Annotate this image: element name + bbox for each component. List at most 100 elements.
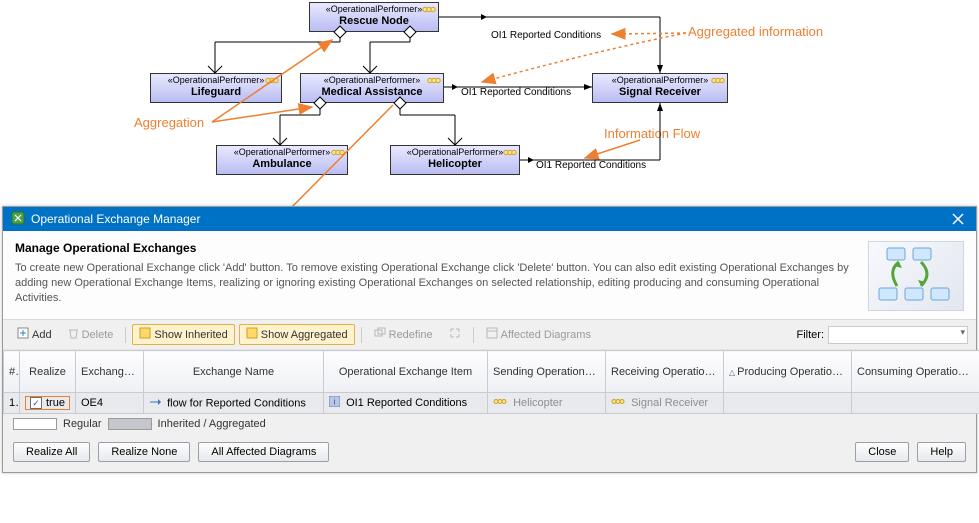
uml-ambulance[interactable]: «OperationalPerformer» Ambulance	[216, 145, 348, 175]
uml-lifeguard[interactable]: «OperationalPerformer» Lifeguard	[150, 73, 282, 103]
info-icon: i	[329, 396, 340, 410]
dialog-footer: Realize All Realize None All Affected Di…	[3, 436, 976, 472]
stereotype: «OperationalPerformer»	[157, 75, 275, 86]
performer-icon	[265, 76, 279, 85]
dialog-app-icon	[11, 211, 25, 228]
add-label: Add	[32, 329, 52, 341]
cell-exchange-item[interactable]: i OI1 Reported Conditions	[324, 393, 488, 414]
section-title: Manage Operational Exchanges	[15, 241, 858, 255]
affected-diagrams-label: Affected Diagrams	[501, 329, 591, 341]
dialog-title: Operational Exchange Manager	[31, 212, 200, 226]
cell-producing-activity[interactable]	[724, 393, 852, 414]
node-name: Signal Receiver	[599, 86, 721, 100]
col-exchange-id[interactable]: Exchange ID	[76, 351, 144, 393]
uml-helicopter[interactable]: «OperationalPerformer» Helicopter	[390, 145, 520, 175]
exchange-table: # Realize Exchange ID Exchange Name Oper…	[3, 350, 976, 414]
node-name: Rescue Node	[316, 15, 432, 29]
dialog-description-panel: Manage Operational Exchanges To create n…	[3, 231, 976, 320]
realize-value: true	[46, 397, 65, 409]
realize-none-button[interactable]: Realize None	[98, 442, 190, 462]
inherited-icon	[139, 327, 151, 342]
flow-label-3: OI1 Reported Conditions	[536, 160, 646, 171]
performer-icon	[611, 397, 625, 409]
node-name: Helicopter	[397, 158, 513, 172]
cell-consuming-activity[interactable]	[852, 393, 979, 414]
filter-label: Filter:	[797, 329, 825, 341]
legend: Regular Inherited / Aggregated	[3, 414, 976, 436]
performer-icon	[711, 76, 725, 85]
affected-diagrams-button[interactable]: Affected Diagrams	[480, 325, 597, 344]
flow-icon	[149, 397, 161, 410]
performer-icon	[493, 397, 507, 409]
cell-receiving-agent[interactable]: Signal Receiver	[606, 393, 724, 414]
delete-label: Delete	[82, 329, 114, 341]
stereotype: «OperationalPerformer»	[316, 4, 432, 15]
stereotype: «OperationalPerformer»	[397, 147, 513, 158]
table-row[interactable]: 1 ✓ true OE4 flow for Reported Condition…	[4, 393, 979, 414]
help-button[interactable]: Help	[917, 442, 966, 462]
close-icon[interactable]	[948, 210, 968, 228]
show-inherited-toggle[interactable]: Show Inherited	[132, 324, 234, 345]
legend-inherited-swatch	[108, 418, 152, 430]
sort-asc-icon: △	[729, 368, 735, 377]
annotation-aggregated-info: Aggregated information	[688, 24, 823, 39]
annotation-aggregation: Aggregation	[134, 115, 204, 130]
redefine-icon	[374, 327, 386, 342]
cell-realize[interactable]: ✓ true	[20, 393, 76, 414]
chevron-down-icon[interactable]: ▾	[960, 327, 965, 338]
node-name: Lifeguard	[157, 86, 275, 100]
redefine-label: Redefine	[389, 329, 433, 341]
realize-all-button[interactable]: Realize All	[13, 442, 90, 462]
performer-icon	[503, 148, 517, 157]
node-name: Ambulance	[223, 158, 341, 172]
show-aggregated-label: Show Aggregated	[261, 329, 348, 341]
col-receiving-agent[interactable]: Receiving Operational Agent	[606, 351, 724, 393]
legend-regular-swatch	[13, 418, 57, 430]
col-producing-activity[interactable]: △Producing Operational Activity	[724, 351, 852, 393]
cell-sending-agent[interactable]: Helicopter	[488, 393, 606, 414]
section-description: To create new Operational Exchange click…	[15, 261, 858, 306]
filter-input[interactable]	[828, 326, 968, 344]
col-consuming-activity[interactable]: Consuming Operational Activity	[852, 351, 979, 393]
annotation-info-flow: Information Flow	[604, 126, 700, 141]
redefine-button[interactable]: Redefine	[368, 325, 439, 344]
cell-exchange-id[interactable]: OE4	[76, 393, 144, 414]
dialog-toolbar: Add Delete Show Inherited Show Aggregate…	[3, 320, 976, 350]
diagram-icon	[486, 327, 498, 342]
flow-label-1: OI1 Reported Conditions	[491, 30, 601, 41]
svg-text:i: i	[334, 398, 336, 407]
cell-exchange-name[interactable]: flow for Reported Conditions	[144, 393, 324, 414]
col-exchange-name[interactable]: Exchange Name	[144, 351, 324, 393]
col-index[interactable]: #	[4, 351, 20, 393]
realize-checkbox[interactable]: ✓	[30, 397, 42, 409]
stereotype: «OperationalPerformer»	[223, 147, 341, 158]
expand-button[interactable]	[443, 325, 467, 344]
node-name: Medical Assistance	[307, 86, 437, 100]
table-header-row: # Realize Exchange ID Exchange Name Oper…	[4, 351, 979, 393]
col-realize[interactable]: Realize	[20, 351, 76, 393]
uml-signal-receiver[interactable]: «OperationalPerformer» Signal Receiver	[592, 73, 728, 103]
legend-inherited-label: Inherited / Aggregated	[158, 418, 266, 430]
dialog-titlebar[interactable]: Operational Exchange Manager	[3, 207, 976, 231]
uml-medical-assistance[interactable]: «OperationalPerformer» Medical Assistanc…	[300, 73, 444, 103]
col-sending-agent[interactable]: Sending Operational Agent	[488, 351, 606, 393]
aggregated-icon	[246, 327, 258, 342]
performer-icon	[422, 5, 436, 14]
performer-icon	[427, 76, 441, 85]
add-button[interactable]: Add	[11, 325, 58, 344]
stereotype: «OperationalPerformer»	[307, 75, 437, 86]
show-aggregated-toggle[interactable]: Show Aggregated	[239, 324, 355, 345]
uml-rescue-node[interactable]: «OperationalPerformer» Rescue Node	[309, 2, 439, 32]
close-button[interactable]: Close	[855, 442, 909, 462]
delete-button[interactable]: Delete	[62, 325, 120, 344]
delete-icon	[68, 327, 79, 342]
cell-index: 1	[4, 393, 20, 414]
flow-label-2: OI1 Reported Conditions	[461, 87, 571, 98]
legend-regular-label: Regular	[63, 418, 102, 430]
show-inherited-label: Show Inherited	[154, 329, 227, 341]
decorative-graphic	[868, 241, 964, 311]
operational-exchange-manager-dialog: Operational Exchange Manager Manage Oper…	[2, 206, 977, 473]
all-affected-diagrams-button[interactable]: All Affected Diagrams	[198, 442, 329, 462]
expand-icon	[449, 327, 461, 342]
col-exchange-item[interactable]: Operational Exchange Item	[324, 351, 488, 393]
